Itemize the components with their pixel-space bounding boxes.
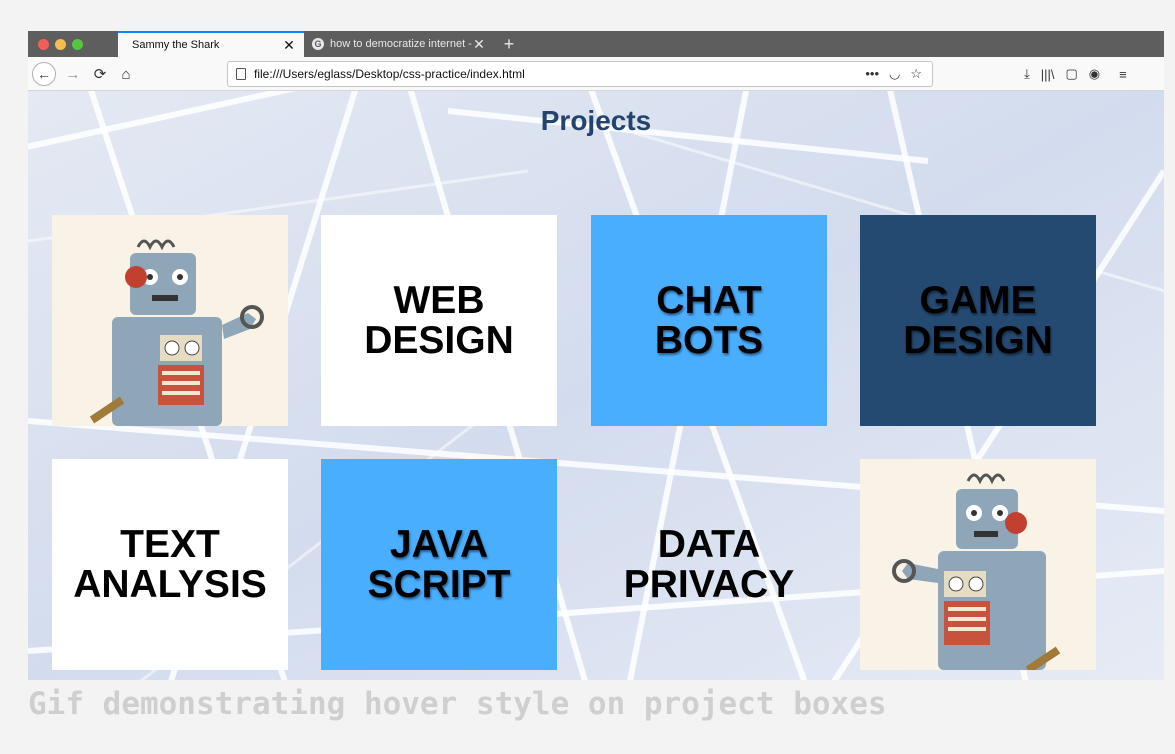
url-text[interactable]: file:///Users/eglass/Desktop/css-practic…: [254, 67, 865, 81]
tab-sammy-the-shark[interactable]: Sammy the Shark ✕: [118, 31, 304, 57]
screenshot-frame: Sammy the Shark ✕ G how to democratize i…: [0, 0, 1175, 754]
tab-strip: Sammy the Shark ✕ G how to democratize i…: [28, 31, 1164, 57]
close-window-button[interactable]: [38, 39, 49, 50]
close-tab-icon[interactable]: ✕: [282, 38, 296, 52]
page-icon: [236, 68, 246, 80]
library-icon[interactable]: |||\: [1041, 67, 1055, 82]
forward-button[interactable]: →: [61, 62, 85, 86]
home-button[interactable]: ⌂: [114, 62, 138, 86]
project-box-java-script[interactable]: JAVA SCRIPT: [321, 459, 557, 670]
project-label: GAME DESIGN: [903, 278, 1053, 362]
back-button[interactable]: ←: [32, 62, 56, 86]
navigation-toolbar: ← → ⟳ ⌂ file:///Users/eglass/Desktop/css…: [28, 57, 1164, 91]
account-icon[interactable]: ◉: [1089, 66, 1100, 82]
downloads-icon[interactable]: ⤓: [1024, 66, 1030, 82]
menu-icon[interactable]: ≡: [1119, 67, 1127, 82]
project-box-robot-right[interactable]: [860, 459, 1096, 670]
project-label: JAVA SCRIPT: [367, 522, 511, 606]
tab-democratize-internet[interactable]: G how to democratize internet - ✕: [304, 31, 494, 57]
project-box-game-design[interactable]: GAME DESIGN: [860, 215, 1096, 426]
page-title: Projects: [540, 105, 652, 136]
bookmark-star-icon[interactable]: ☆: [910, 66, 922, 82]
sidebar-icon[interactable]: ▢: [1066, 66, 1078, 82]
project-box-data-privacy[interactable]: DATA PRIVACY: [591, 459, 827, 670]
project-label: TEXT ANALYSIS: [73, 522, 267, 606]
project-box-text-analysis[interactable]: TEXT ANALYSIS: [52, 459, 288, 670]
new-tab-button[interactable]: +: [500, 34, 518, 54]
project-box-robot-left[interactable]: [52, 215, 288, 426]
project-box-chat-bots[interactable]: CHAT BOTS: [591, 215, 827, 426]
project-label: DATA PRIVACY: [623, 522, 795, 606]
browser-window: Sammy the Shark ✕ G how to democratize i…: [28, 31, 1164, 680]
pocket-icon[interactable]: ◡: [889, 66, 900, 82]
tab-title: how to democratize internet -: [330, 38, 472, 50]
tab-title: Sammy the Shark: [132, 39, 220, 51]
more-actions-icon[interactable]: •••: [865, 66, 879, 82]
reload-button[interactable]: ⟳: [88, 62, 112, 86]
project-label: CHAT BOTS: [654, 278, 764, 362]
close-tab-icon[interactable]: ✕: [472, 37, 486, 51]
minimize-window-button[interactable]: [55, 39, 66, 50]
robot-illustration: [860, 459, 1096, 670]
robot-illustration: [52, 215, 288, 426]
gif-caption: Gif demonstrating hover style on project…: [28, 686, 887, 722]
google-favicon-icon: G: [312, 38, 324, 50]
url-bar[interactable]: file:///Users/eglass/Desktop/css-practic…: [227, 61, 933, 87]
project-box-web-design[interactable]: WEB DESIGN: [321, 215, 557, 426]
maximize-window-button[interactable]: [72, 39, 83, 50]
web-page: Projects WEB DESIGN CHAT BOTS GAME DESIG…: [28, 91, 1164, 680]
project-label: WEB DESIGN: [364, 278, 514, 362]
